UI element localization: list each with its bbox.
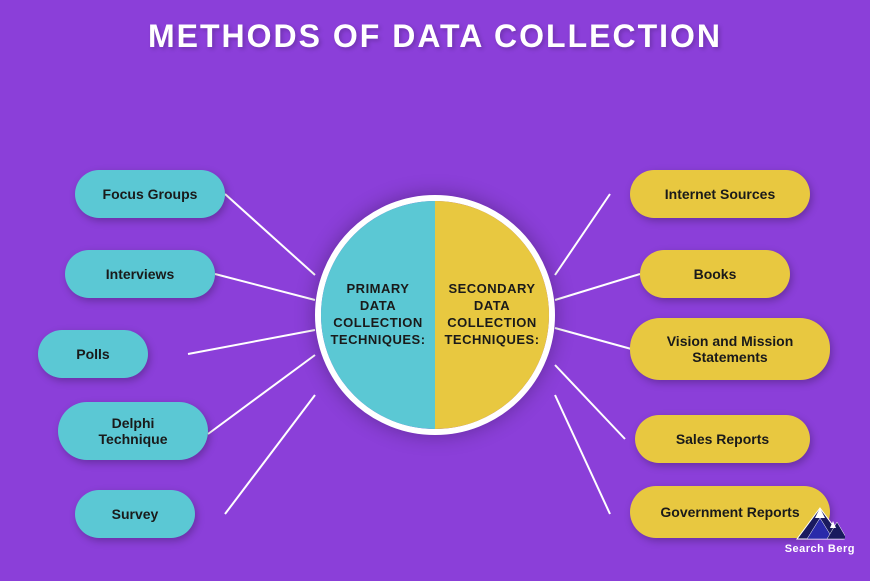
internet-sources-pill: Internet Sources: [630, 170, 810, 218]
primary-data-label: PRIMARY DATA COLLECTION TECHNIQUES:: [330, 281, 425, 349]
page-title: METHODS OF DATA COLLECTION: [0, 0, 870, 65]
logo: Search Berg: [785, 506, 855, 555]
survey-pill: Survey: [75, 490, 195, 538]
polls-label: Polls: [76, 346, 109, 362]
interviews-label: Interviews: [106, 266, 174, 282]
interviews-pill: Interviews: [65, 250, 215, 298]
polls-pill: Polls: [38, 330, 148, 378]
books-pill: Books: [640, 250, 790, 298]
books-label: Books: [694, 266, 737, 282]
focus-groups-label: Focus Groups: [103, 186, 198, 202]
logo-text: Search Berg: [785, 543, 855, 555]
diagram-area: PRIMARY DATA COLLECTION TECHNIQUES: SECO…: [0, 65, 870, 565]
sales-reports-label: Sales Reports: [676, 431, 769, 447]
focus-groups-pill: Focus Groups: [75, 170, 225, 218]
vision-mission-pill: Vision and Mission Statements: [630, 318, 830, 380]
vision-mission-label: Vision and Mission Statements: [667, 333, 794, 365]
internet-sources-label: Internet Sources: [665, 186, 775, 202]
government-reports-label: Government Reports: [660, 504, 799, 520]
sales-reports-pill: Sales Reports: [635, 415, 810, 463]
center-circle: PRIMARY DATA COLLECTION TECHNIQUES: SECO…: [315, 195, 555, 435]
secondary-data-label: SECONDARY DATA COLLECTION TECHNIQUES:: [444, 281, 539, 349]
delphi-technique-pill: Delphi Technique: [58, 402, 208, 460]
logo-icon: [795, 506, 845, 541]
survey-label: Survey: [112, 506, 159, 522]
delphi-label: Delphi Technique: [99, 415, 168, 447]
